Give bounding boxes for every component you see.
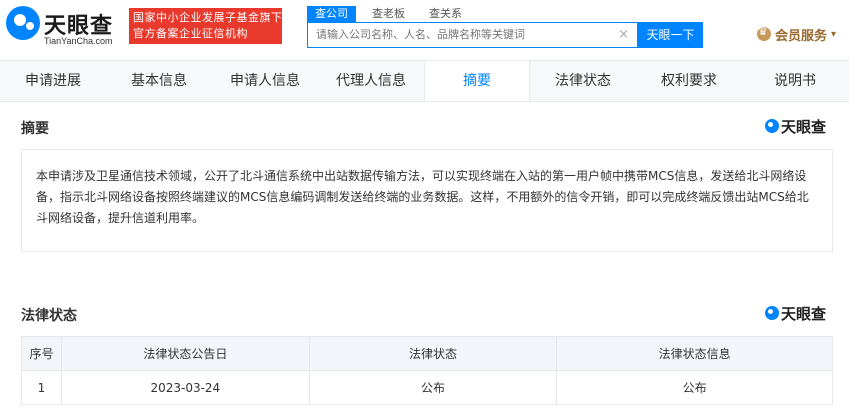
abstract-box: 本申请涉及卫星通信技术领域，公开了北斗通信系统中出站数据传输方法，可以实现终端在… — [21, 149, 833, 252]
table-header-row: 序号 法律状态公告日 法律状态 法律状态信息 — [21, 336, 833, 371]
search-tab-company[interactable]: 查公司 — [307, 6, 356, 22]
official-banner: 国家中小企业发展子基金旗下 官方备案企业征信机构 — [129, 8, 282, 44]
column-header-status: 法律状态 — [308, 336, 558, 371]
logo-eye-icon — [6, 6, 40, 40]
chevron-down-icon: ▾ — [831, 28, 837, 40]
member-service-link[interactable]: 会员服务 ▾ — [757, 24, 836, 44]
column-header-date: 法律状态公告日 — [60, 336, 310, 371]
tab-abstract[interactable]: 摘要 — [424, 61, 530, 101]
tyc-logo-icon — [765, 119, 779, 133]
top-header: 天眼查 TianYanCha.com 国家中小企业发展子基金旗下 官方备案企业征… — [0, 0, 849, 60]
tab-progress[interactable]: 申请进展 — [0, 61, 106, 101]
search-type-tabs: 查公司 查老板 查关系 — [307, 6, 478, 22]
abstract-text: 本申请涉及卫星通信技术领域，公开了北斗通信系统中出站数据传输方法，可以实现终端在… — [36, 169, 809, 225]
tyc-logo-icon — [765, 306, 779, 320]
tab-agent-info[interactable]: 代理人信息 — [318, 61, 424, 101]
abstract-watermark: 天眼查 — [765, 116, 826, 136]
search-tab-boss[interactable]: 查老板 — [364, 6, 413, 22]
logo-domain: TianYanCha.com — [44, 36, 113, 46]
tab-applicant-info[interactable]: 申请人信息 — [212, 61, 318, 101]
cell-index: 1 — [21, 370, 62, 405]
table-row: 1 2023-03-24 公布 公布 — [21, 370, 833, 405]
cell-status: 公布 — [308, 370, 558, 405]
tianyancha-logo[interactable]: 天眼查 TianYanCha.com — [6, 6, 121, 48]
cell-info: 公布 — [556, 370, 833, 405]
tab-claims[interactable]: 权利要求 — [636, 61, 742, 101]
member-service-label: 会员服务 — [775, 28, 828, 44]
search-tab-relation[interactable]: 查关系 — [421, 6, 470, 22]
tab-basic-info[interactable]: 基本信息 — [106, 61, 212, 101]
abstract-section-title: 摘要 — [21, 121, 49, 137]
search-input[interactable] — [316, 28, 616, 41]
legal-section-title: 法律状态 — [21, 308, 77, 324]
legal-status-table: 序号 法律状态公告日 法律状态 法律状态信息 1 2023-03-24 公布 公… — [21, 336, 833, 405]
patent-tab-bar: 申请进展 基本信息 申请人信息 代理人信息 摘要 法律状态 权利要求 说明书 — [0, 60, 849, 102]
legal-watermark: 天眼查 — [765, 303, 826, 323]
clear-icon[interactable]: × — [618, 27, 629, 42]
abstract-watermark-text: 天眼查 — [781, 117, 827, 136]
search-button[interactable]: 天眼一下 — [638, 22, 703, 48]
search-box: × — [307, 22, 638, 48]
tab-legal-status[interactable]: 法律状态 — [530, 61, 636, 101]
tab-description[interactable]: 说明书 — [742, 61, 848, 101]
crown-icon — [757, 25, 771, 41]
cell-date: 2023-03-24 — [60, 370, 310, 405]
column-header-info: 法律状态信息 — [556, 336, 833, 371]
legal-watermark-text: 天眼查 — [781, 304, 827, 323]
banner-line-1: 国家中小企业发展子基金旗下 — [133, 11, 283, 24]
banner-line-2: 官方备案企业征信机构 — [133, 27, 248, 40]
column-header-index: 序号 — [21, 336, 62, 371]
